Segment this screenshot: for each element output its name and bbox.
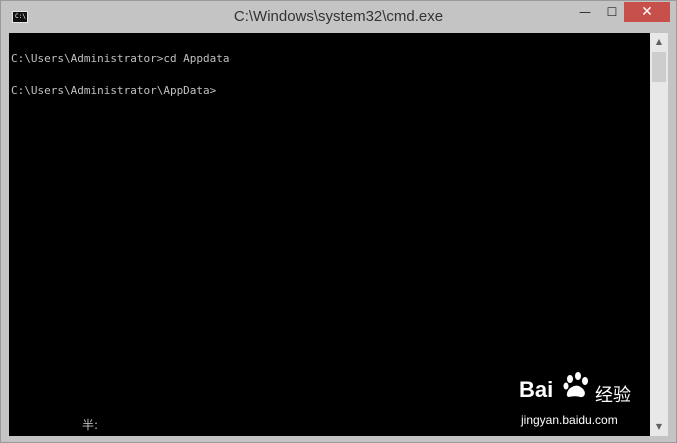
ime-status-indicator: 半: (82, 418, 99, 432)
minimize-button[interactable]: — (572, 2, 598, 22)
console-line: C:\Users\Administrator>cd Appdata (11, 52, 230, 65)
scroll-up-arrow-icon[interactable]: ▲ (650, 33, 668, 51)
title-bar[interactable]: C:\ C:\Windows\system32\cmd.exe — ☐ ✕ (1, 1, 676, 33)
scroll-down-arrow-icon[interactable]: ▼ (650, 418, 668, 436)
vertical-scrollbar[interactable]: ▲ ▼ (650, 33, 668, 436)
scroll-thumb[interactable] (652, 52, 666, 82)
close-button[interactable]: ✕ (624, 2, 670, 22)
console-prompt-line: C:\Users\Administrator\AppData> (11, 84, 217, 97)
baidu-paw-icon (563, 372, 588, 398)
watermark-brand: Bai (519, 377, 554, 402)
watermark-text: 经验 (595, 385, 631, 406)
cmd-window: C:\ C:\Windows\system32\cmd.exe — ☐ ✕ C:… (0, 0, 677, 443)
baidu-jingyan-watermark: Bai 经验 jingyan.baidu.com (519, 369, 649, 435)
maximize-button[interactable]: ☐ (599, 2, 625, 22)
watermark-url: jingyan.baidu.com (521, 413, 618, 427)
